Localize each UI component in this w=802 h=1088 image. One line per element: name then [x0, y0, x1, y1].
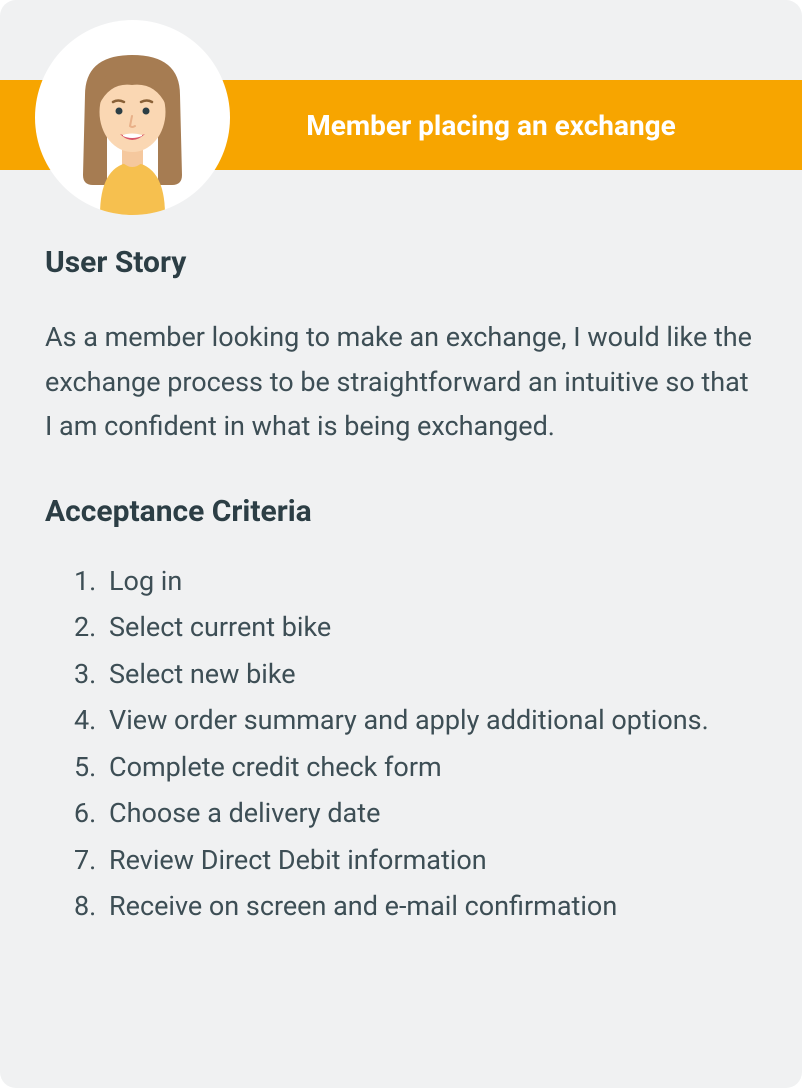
list-item: Select new bike [103, 652, 757, 697]
list-item: Select current bike [103, 605, 757, 650]
acceptance-criteria-heading: Acceptance Criteria [45, 494, 757, 529]
header-title: Member placing an exchange [306, 109, 676, 142]
person-avatar-icon [50, 40, 215, 215]
user-story-heading: User Story [45, 245, 757, 280]
avatar [35, 20, 230, 215]
list-item: Log in [103, 559, 757, 604]
list-item: Choose a delivery date [103, 791, 757, 836]
list-item: Complete credit check form [103, 745, 757, 790]
user-story-text: As a member looking to make an exchange,… [45, 315, 757, 449]
acceptance-criteria-list: Log in Select current bike Select new bi… [45, 559, 757, 929]
list-item: Review Direct Debit information [103, 838, 757, 883]
list-item: View order summary and apply additional … [103, 698, 757, 743]
list-item: Receive on screen and e-mail confirmatio… [103, 884, 757, 929]
user-story-card: Member placing an exchange [0, 0, 802, 1088]
content-area: User Story As a member looking to make a… [45, 245, 757, 931]
